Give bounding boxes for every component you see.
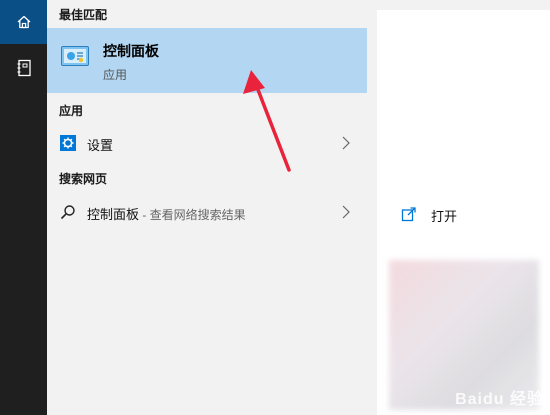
- best-match-header: 最佳匹配: [59, 8, 108, 22]
- best-match-item[interactable]: 控制面板 应用: [47, 28, 367, 93]
- chevron-right-icon[interactable]: [341, 135, 351, 151]
- apps-header: 应用: [59, 104, 84, 118]
- annotation-arrow: [243, 70, 291, 172]
- open-label: 打开: [431, 209, 458, 224]
- settings-label: 设置: [87, 138, 114, 153]
- best-match-subtitle: 应用: [103, 68, 128, 82]
- chevron-right-icon[interactable]: [341, 204, 351, 220]
- open-icon: [401, 207, 416, 222]
- best-match-title: 控制面板: [103, 43, 159, 59]
- web-search-header: 搜索网页: [59, 172, 108, 186]
- preview-thumbnail: Baidu 经验: [377, 250, 550, 415]
- web-search-suffix: - 查看网络搜索结果: [139, 208, 246, 222]
- watermark-text: Baidu 经验: [455, 391, 544, 408]
- list-item-web-search[interactable]: 控制面板 - 查看网络搜索结果: [47, 195, 367, 229]
- list-item-settings[interactable]: 设置: [47, 126, 367, 160]
- preview-panel: 打开 Baidu 经验: [367, 0, 550, 415]
- documents-button[interactable]: [0, 50, 47, 86]
- search-results-panel: 最佳匹配 控制面板 应用 应用 设置 搜索网页 控制面板 - 查看网络搜索结果: [47, 0, 367, 415]
- web-search-query: 控制面板: [87, 207, 140, 222]
- web-search-label: 控制面板 - 查看网络搜索结果: [87, 204, 246, 223]
- home-button[interactable]: [0, 0, 47, 44]
- search-icon: [60, 205, 75, 220]
- open-action[interactable]: 打开: [377, 190, 550, 236]
- home-icon: [17, 15, 30, 29]
- left-rail: [0, 0, 47, 415]
- notebook-icon: [17, 59, 31, 77]
- gear-icon: [60, 135, 76, 151]
- control-panel-icon: [61, 46, 89, 66]
